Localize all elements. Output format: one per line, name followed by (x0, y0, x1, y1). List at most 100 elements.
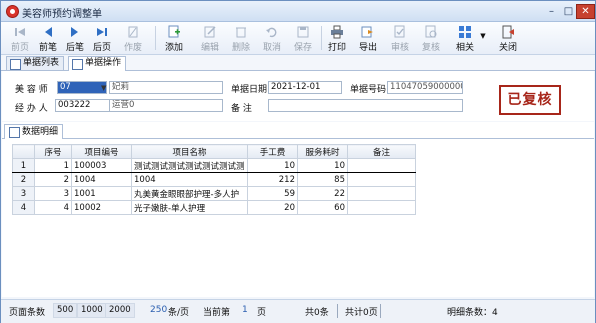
last-page-label: 后页 (92, 43, 111, 53)
review-label: 复核 (421, 43, 440, 53)
review-button[interactable]: 复核 (418, 24, 444, 53)
cell-remark[interactable] (347, 200, 416, 215)
cell-seq[interactable]: 4 (34, 200, 72, 215)
column-header[interactable]: 备注 (347, 144, 416, 159)
column-header[interactable]: 序号 (34, 144, 72, 159)
save-button[interactable]: 保存 (290, 24, 316, 53)
tab-detail[interactable]: 数据明细 (4, 124, 64, 139)
toolbar-separator (155, 26, 156, 50)
tab-document-operation[interactable]: 单据操作 (68, 56, 127, 71)
last-page-button[interactable]: 后页 (91, 24, 113, 53)
document-icon (9, 127, 20, 138)
cell-seq[interactable]: 2 (34, 172, 72, 187)
remark-field[interactable] (268, 99, 463, 112)
cell-name[interactable]: 光子嫩肤-单人护理 (131, 200, 248, 215)
approve-button[interactable]: 审核 (387, 24, 413, 53)
page-size-500-button[interactable]: 500 (53, 303, 78, 318)
date-field[interactable]: 2021-12-01 (268, 81, 342, 94)
delete-button[interactable]: 删除 (228, 24, 254, 53)
status-bar: 页面条数 500 1000 2000 250 条/页 当前第 1 页 共0条 共… (1, 299, 595, 323)
table-row[interactable]: 4 4 10002 光子嫩肤-单人护理 20 60 (12, 200, 416, 215)
next-record-icon (68, 25, 82, 39)
cell-remark[interactable] (347, 186, 416, 201)
cell-duration[interactable]: 10 (297, 158, 348, 173)
edit-label: 编辑 (200, 43, 219, 53)
detail-tabs: 数据明细 (2, 122, 594, 139)
page-size-2000-button[interactable]: 2000 (105, 303, 135, 318)
tab-document-list[interactable]: 单据列表 (6, 56, 65, 70)
first-page-button[interactable]: 前页 (9, 24, 31, 53)
date-label: 单据日期 (231, 85, 268, 95)
row-indicator-header (12, 144, 35, 159)
cell-duration[interactable]: 60 (297, 200, 348, 215)
related-button[interactable]: 相关 (453, 24, 477, 53)
void-button[interactable]: 作废 (120, 24, 146, 53)
cell-seq[interactable]: 1 (34, 158, 72, 173)
table-row[interactable]: 3 3 1001 丸美黄金眼眼部护理-多人护 59 22 (12, 186, 416, 201)
app-window: 美容师预约调整单 – □ ✕ 前页 前笔 后笔 后页 作废 添加 编辑 删除 取… (0, 0, 596, 323)
edit-button[interactable]: 编辑 (197, 24, 223, 53)
approve-icon (393, 25, 407, 39)
export-label: 导出 (358, 43, 377, 53)
add-button[interactable]: 添加 (161, 24, 187, 53)
column-header[interactable]: 项目名称 (131, 144, 248, 159)
cell-code[interactable]: 1001 (71, 186, 132, 201)
close-button[interactable]: 关闭 (495, 24, 521, 53)
handler-code-field[interactable]: 003222 (55, 99, 111, 112)
window-title: 美容师预约调整单 (22, 9, 102, 20)
main-tabs: 单据列表 单据操作 (1, 55, 595, 71)
cell-code[interactable]: 100003 (71, 158, 132, 173)
row-number: 3 (12, 186, 35, 201)
column-header[interactable]: 项目编号 (71, 144, 132, 159)
chevron-down-icon[interactable]: ▼ (101, 84, 106, 92)
cell-name[interactable]: 1004 (131, 172, 248, 187)
column-header[interactable]: 手工费 (247, 144, 298, 159)
cell-code[interactable]: 10002 (71, 200, 132, 215)
toolbar: 前页 前笔 后笔 后页 作废 添加 编辑 删除 取消 保存 打印 导出 审核 复… (1, 22, 595, 55)
cancel-label: 取消 (262, 43, 281, 53)
cell-fee[interactable]: 20 (247, 200, 298, 215)
cell-code[interactable]: 1004 (71, 172, 132, 187)
cell-remark[interactable] (347, 158, 416, 173)
prev-record-icon (41, 25, 55, 39)
print-button[interactable]: 打印 (324, 24, 350, 53)
cancel-button[interactable]: 取消 (259, 24, 285, 53)
prev-record-button[interactable]: 前笔 (37, 24, 59, 53)
cell-name[interactable]: 丸美黄金眼眼部护理-多人护 (131, 186, 248, 201)
cell-fee[interactable]: 59 (247, 186, 298, 201)
docno-field: 110470590000001 (387, 81, 463, 94)
cell-duration[interactable]: 22 (297, 186, 348, 201)
current-page-size: 250 (150, 305, 168, 315)
cell-name[interactable]: 测试测试测试测试测试测试测 (131, 158, 248, 173)
cell-duration[interactable]: 85 (297, 172, 348, 187)
beautician-code-field[interactable]: 07 (57, 81, 107, 94)
cell-fee[interactable]: 212 (247, 172, 298, 187)
table-row[interactable]: 1 1 100003 测试测试测试测试测试测试测 10 10 (12, 158, 416, 173)
row-number: 1 (12, 158, 35, 173)
column-header[interactable]: 服务耗时 (297, 144, 348, 159)
next-record-button[interactable]: 后笔 (64, 24, 86, 53)
tab-document-list-label: 单据列表 (23, 58, 60, 68)
beautician-label: 美 容 师 (15, 85, 48, 95)
cell-fee[interactable]: 10 (247, 158, 298, 173)
export-button[interactable]: 导出 (355, 24, 381, 53)
window-close-icon[interactable]: ✕ (576, 4, 595, 19)
table-row[interactable]: 2 2 1004 1004 212 85 (12, 172, 416, 187)
first-page-icon (13, 25, 27, 39)
void-icon (126, 25, 140, 39)
void-label: 作废 (123, 43, 142, 53)
detail-grid-area: 序号 项目编号 项目名称 手工费 服务耗时 备注 1 1 100003 测试测试… (2, 139, 594, 297)
approval-stamp: 已复核 (499, 85, 561, 115)
app-logo-icon (6, 5, 19, 18)
next-record-label: 后笔 (65, 43, 84, 53)
current-page-number[interactable]: 1 (242, 305, 248, 315)
page-size-1000-button[interactable]: 1000 (77, 303, 107, 318)
cell-seq[interactable]: 3 (34, 186, 72, 201)
first-page-label: 前页 (10, 43, 29, 53)
beautician-name-field: 妃莉 (109, 81, 223, 94)
add-icon (167, 25, 181, 39)
detail-count: 明细条数：4 (447, 308, 498, 318)
remark-label: 备 注 (231, 104, 252, 114)
delete-icon (234, 25, 248, 39)
cell-remark[interactable] (347, 172, 416, 187)
